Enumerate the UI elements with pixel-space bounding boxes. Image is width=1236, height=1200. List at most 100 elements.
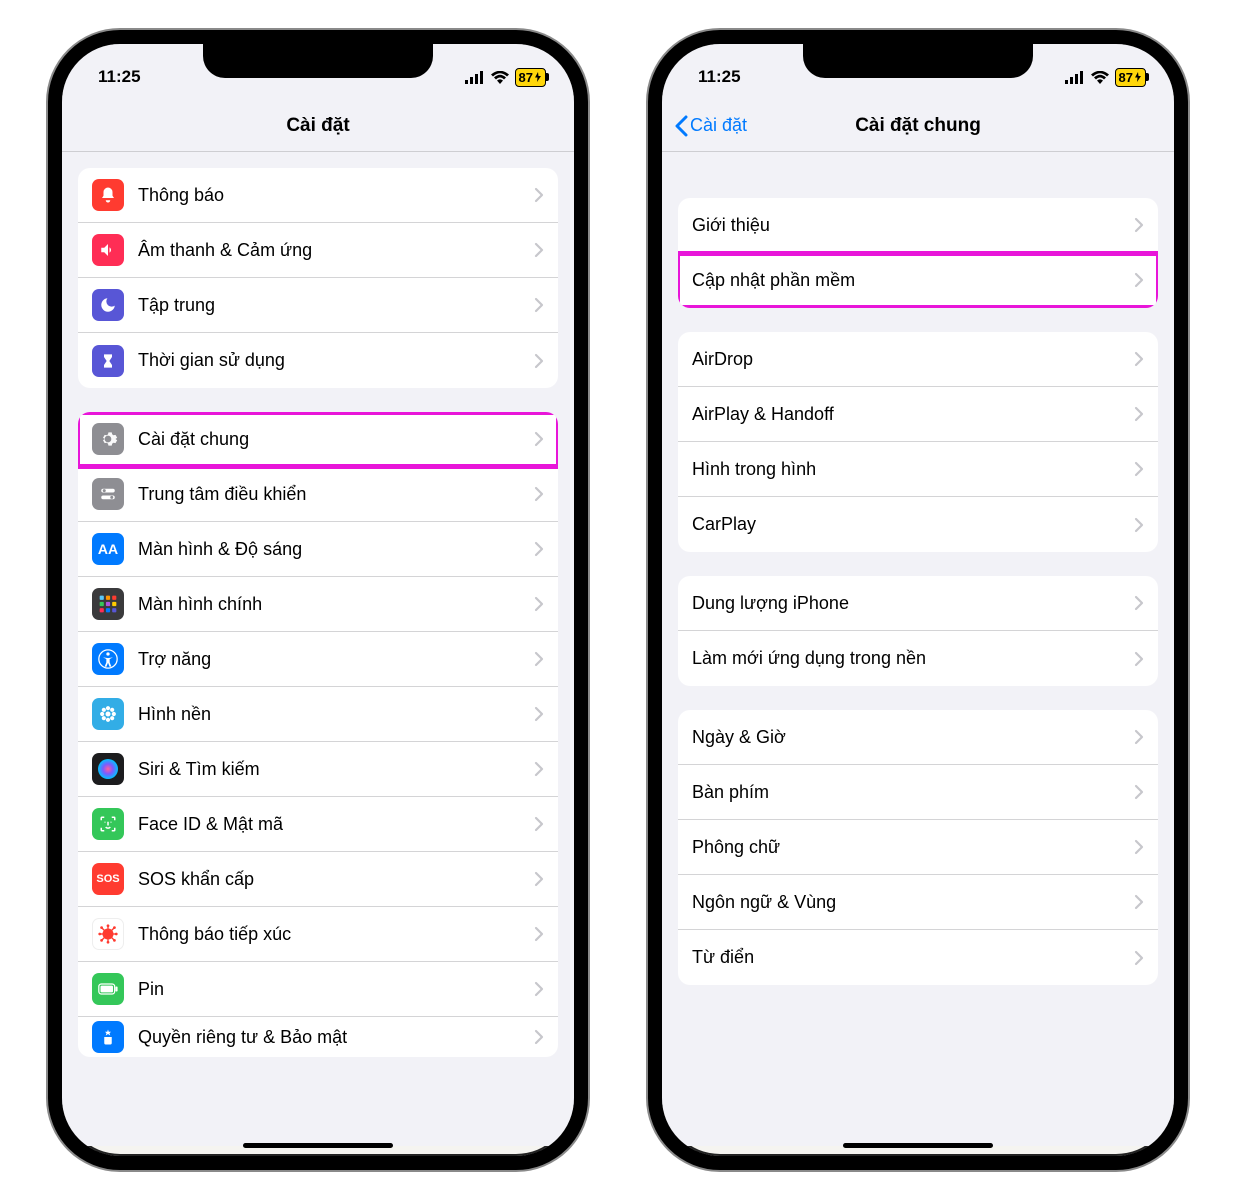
settings-row[interactable]: Siri & Tìm kiếm	[78, 742, 558, 797]
settings-row[interactable]: Tập trung	[78, 278, 558, 333]
hand-icon	[92, 1021, 124, 1053]
row-label: Face ID & Mật mã	[138, 814, 534, 835]
settings-row[interactable]: Ngôn ngữ & Vùng	[678, 875, 1158, 930]
home-indicator[interactable]	[843, 1143, 993, 1148]
settings-row[interactable]: Face ID & Mật mã	[78, 797, 558, 852]
gear-icon	[92, 423, 124, 455]
nav-back-label: Cài đặt	[690, 115, 747, 136]
battery-badge: 87	[1115, 68, 1146, 87]
settings-row[interactable]: Dung lượng iPhone	[678, 576, 1158, 631]
settings-row[interactable]: SOSSOS khẩn cấp	[78, 852, 558, 907]
settings-row[interactable]: Hình nền	[78, 687, 558, 742]
accessibility-icon	[92, 643, 124, 675]
chevron-right-icon	[534, 431, 544, 447]
chevron-right-icon	[1134, 595, 1144, 611]
status-time: 11:25	[98, 67, 141, 87]
row-label: Dung lượng iPhone	[692, 593, 1134, 614]
status-icons: 87	[1065, 68, 1146, 87]
general-section-4: Ngày & Giờ Bàn phím Phông chữ Ngôn ngữ & Vù…	[678, 710, 1158, 985]
battery-level: 87	[1119, 70, 1133, 85]
chevron-right-icon	[534, 242, 544, 258]
settings-row[interactable]: Từ điển	[678, 930, 1158, 985]
moon-icon	[92, 289, 124, 321]
nav-title: Cài đặt	[286, 115, 349, 137]
settings-row[interactable]: Màn hình chính	[78, 577, 558, 632]
row-label: Thông báo	[138, 185, 534, 206]
settings-row[interactable]: Cập nhật phần mềm	[678, 253, 1158, 308]
row-label: Thông báo tiếp xúc	[138, 924, 534, 945]
chevron-right-icon	[1134, 517, 1144, 533]
row-label: Ngôn ngữ & Vùng	[692, 892, 1134, 913]
nav-back-button[interactable]: Cài đặt	[674, 115, 747, 137]
chevron-right-icon	[1134, 406, 1144, 422]
settings-row[interactable]: Thông báo tiếp xúc	[78, 907, 558, 962]
settings-row[interactable]: Bàn phím	[678, 765, 1158, 820]
speaker-icon	[92, 234, 124, 266]
chevron-right-icon	[534, 816, 544, 832]
phone-right: 11:25 87 Cài đặt Cài đặt chung Giới thiệ…	[648, 30, 1188, 1170]
battery-icon	[92, 973, 124, 1005]
faceid-icon	[92, 808, 124, 840]
settings-row[interactable]: AirPlay & Handoff	[678, 387, 1158, 442]
settings-list[interactable]: Thông báo Âm thanh & Cảm ứng Tập trung Thời…	[62, 152, 574, 1146]
settings-row[interactable]: Giới thiệu	[678, 198, 1158, 253]
general-list[interactable]: Giới thiệu Cập nhật phần mềm AirDrop AirPl…	[662, 152, 1174, 1146]
hourglass-icon	[92, 345, 124, 377]
row-label: CarPlay	[692, 514, 1134, 535]
row-label: Phông chữ	[692, 837, 1134, 858]
row-label: Cập nhật phần mềm	[692, 270, 1134, 291]
virus-icon	[92, 918, 124, 950]
chevron-right-icon	[534, 596, 544, 612]
chevron-right-icon	[1134, 950, 1144, 966]
settings-row[interactable]: Quyền riêng tư & Bảo mật	[78, 1017, 558, 1057]
chevron-right-icon	[534, 541, 544, 557]
chevron-right-icon	[534, 187, 544, 203]
row-label: Làm mới ứng dụng trong nền	[692, 648, 1134, 669]
aa-icon: AA	[92, 533, 124, 565]
battery-level: 87	[519, 70, 533, 85]
settings-row[interactable]: CarPlay	[678, 497, 1158, 552]
row-label: Ngày & Giờ	[692, 727, 1134, 748]
switches-icon	[92, 478, 124, 510]
settings-row[interactable]: Ngày & Giờ	[678, 710, 1158, 765]
row-label: AirPlay & Handoff	[692, 404, 1134, 425]
settings-row[interactable]: Thời gian sử dụng	[78, 333, 558, 388]
settings-row[interactable]: Hình trong hình	[678, 442, 1158, 497]
general-section-2: AirDrop AirPlay & Handoff Hình trong hình C…	[678, 332, 1158, 552]
flower-icon	[92, 698, 124, 730]
row-label: AirDrop	[692, 349, 1134, 370]
row-label: Hình trong hình	[692, 459, 1134, 480]
wifi-icon	[491, 71, 509, 84]
chevron-right-icon	[1134, 784, 1144, 800]
row-label: Tập trung	[138, 295, 534, 316]
chevron-left-icon	[674, 115, 688, 137]
row-label: SOS khẩn cấp	[138, 869, 534, 890]
chevron-right-icon	[534, 651, 544, 667]
settings-row[interactable]: Âm thanh & Cảm ứng	[78, 223, 558, 278]
row-label: Trợ năng	[138, 649, 534, 670]
settings-row[interactable]: Phông chữ	[678, 820, 1158, 875]
settings-row[interactable]: AA Màn hình & Độ sáng	[78, 522, 558, 577]
chevron-right-icon	[534, 981, 544, 997]
chevron-right-icon	[1134, 894, 1144, 910]
chevron-right-icon	[534, 297, 544, 313]
settings-row[interactable]: Trợ năng	[78, 632, 558, 687]
chevron-right-icon	[534, 871, 544, 887]
chevron-right-icon	[1134, 461, 1144, 477]
chevron-right-icon	[534, 706, 544, 722]
settings-row[interactable]: Pin	[78, 962, 558, 1017]
settings-row[interactable]: Trung tâm điều khiển	[78, 467, 558, 522]
home-indicator[interactable]	[243, 1143, 393, 1148]
wifi-icon	[1091, 71, 1109, 84]
chevron-right-icon	[534, 926, 544, 942]
nav-bar: Cài đặt Cài đặt chung	[662, 100, 1174, 152]
settings-row[interactable]: Làm mới ứng dụng trong nền	[678, 631, 1158, 686]
row-label: Giới thiệu	[692, 215, 1134, 236]
row-label: Màn hình & Độ sáng	[138, 539, 534, 560]
settings-row[interactable]: Thông báo	[78, 168, 558, 223]
notch	[803, 42, 1033, 78]
notch	[203, 42, 433, 78]
settings-row[interactable]: Cài đặt chung	[78, 412, 558, 467]
settings-row[interactable]: AirDrop	[678, 332, 1158, 387]
chevron-right-icon	[1134, 651, 1144, 667]
